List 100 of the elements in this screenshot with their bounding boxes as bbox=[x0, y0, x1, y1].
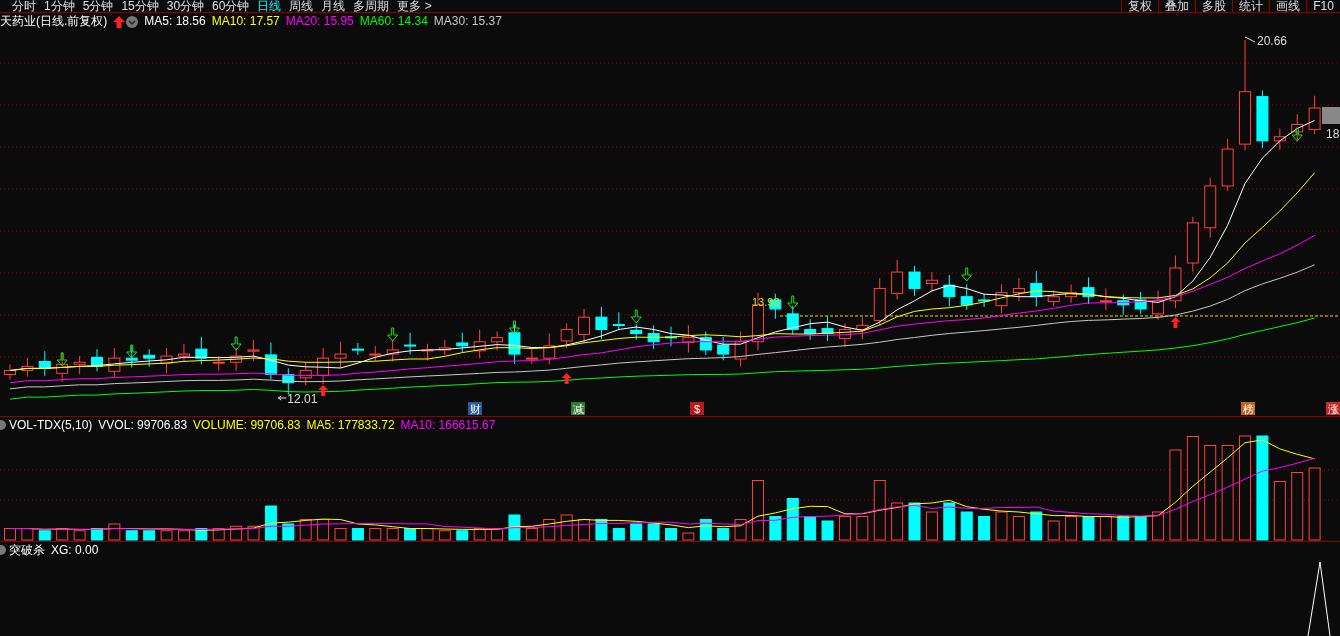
indicator-value: VOLUME: 99706.83 bbox=[193, 416, 301, 433]
volume-bar bbox=[891, 502, 904, 541]
toolbar-button[interactable]: 复权 bbox=[1121, 0, 1158, 12]
candlestick bbox=[369, 345, 382, 362]
volume-bar bbox=[804, 516, 817, 541]
volume-bar bbox=[978, 516, 991, 541]
leader-line bbox=[1244, 36, 1256, 43]
down-arrow-icon bbox=[126, 344, 138, 359]
volume-bar bbox=[143, 530, 156, 541]
candlestick bbox=[1152, 290, 1165, 321]
candlestick bbox=[386, 339, 399, 362]
high-price-label: 20.66 bbox=[1257, 34, 1288, 48]
candlestick bbox=[925, 271, 938, 293]
candlestick bbox=[1256, 89, 1269, 149]
volume-bar bbox=[369, 528, 382, 541]
period-tab[interactable]: 月线 bbox=[317, 0, 350, 12]
period-tab[interactable]: 多周期 bbox=[349, 0, 394, 12]
volume-bar bbox=[908, 502, 921, 541]
candlestick bbox=[160, 347, 173, 374]
volume-bar bbox=[247, 525, 260, 541]
event-tag[interactable]: 财 bbox=[468, 402, 482, 415]
event-tag[interactable]: 榜 bbox=[1241, 402, 1255, 415]
candlestick bbox=[195, 336, 208, 365]
candlestick bbox=[978, 293, 991, 308]
volume-bar bbox=[491, 528, 504, 541]
period-tab[interactable]: 15分钟 bbox=[117, 0, 163, 12]
indicator-value: MA60: 14.34 bbox=[359, 13, 428, 30]
event-tag[interactable]: 涨 bbox=[1326, 402, 1340, 415]
candlestick bbox=[1012, 277, 1025, 302]
event-tag[interactable]: $ bbox=[690, 402, 704, 415]
candlestick bbox=[1117, 294, 1130, 316]
volume-bar bbox=[1082, 516, 1095, 541]
period-tab[interactable]: 30分钟 bbox=[162, 0, 209, 12]
volume-bar bbox=[1152, 511, 1165, 541]
volume-bar bbox=[821, 520, 834, 541]
candlestick bbox=[525, 347, 538, 365]
volume-bar bbox=[160, 530, 173, 541]
candlestick bbox=[1169, 255, 1182, 309]
candlestick bbox=[38, 350, 51, 377]
volume-bar bbox=[125, 530, 138, 541]
up-arrow-icon bbox=[113, 15, 126, 28]
candlestick bbox=[960, 283, 973, 311]
volume-bar bbox=[612, 528, 625, 541]
volume-bar bbox=[1117, 516, 1130, 541]
candlestick bbox=[351, 342, 364, 356]
volume-bar bbox=[508, 514, 521, 541]
period-tab[interactable]: 周线 bbox=[285, 0, 318, 12]
candlestick bbox=[699, 331, 712, 356]
candlestick bbox=[873, 277, 886, 326]
candlestick bbox=[230, 347, 243, 372]
volume-bar bbox=[299, 519, 312, 541]
candlestick bbox=[995, 283, 1008, 314]
down-arrow-icon bbox=[787, 295, 799, 310]
period-tab[interactable]: 日线 bbox=[253, 0, 286, 12]
period-tab[interactable]: 60分钟 bbox=[208, 0, 254, 12]
candlestick bbox=[1186, 216, 1199, 273]
volume-bar bbox=[195, 528, 208, 541]
indicator-value: MA10: 166615.67 bbox=[400, 416, 496, 433]
dropdown-icon[interactable] bbox=[126, 15, 139, 28]
volume-bar bbox=[525, 528, 538, 541]
candlestick bbox=[247, 339, 260, 362]
toolbar-button[interactable]: 画线 bbox=[1269, 0, 1306, 12]
chart-title: 天药业(日线.前复权) bbox=[0, 13, 108, 30]
volume-bar bbox=[108, 523, 121, 541]
period-tab[interactable]: 更多 > bbox=[393, 0, 436, 12]
candlestick bbox=[108, 347, 121, 378]
volume-bar bbox=[769, 516, 782, 541]
volume-bar bbox=[578, 519, 591, 541]
toolbar-button[interactable]: F10 bbox=[1306, 0, 1340, 12]
toolbar-button[interactable]: 多股 bbox=[1195, 0, 1232, 12]
down-arrow-icon bbox=[56, 352, 68, 367]
candlestick bbox=[717, 336, 730, 361]
volume-bar bbox=[1099, 516, 1112, 541]
candlestick bbox=[891, 259, 904, 301]
volume-bar bbox=[264, 505, 277, 541]
period-tab[interactable]: 5分钟 bbox=[78, 0, 118, 12]
candlestick bbox=[665, 326, 677, 347]
candlestick bbox=[421, 343, 434, 362]
candlestick bbox=[543, 333, 556, 365]
candlestick bbox=[177, 343, 190, 362]
candlestick bbox=[4, 363, 16, 380]
candlestick bbox=[1221, 138, 1234, 192]
candlestick bbox=[404, 332, 417, 355]
volume-bar bbox=[473, 528, 486, 541]
volume-bar bbox=[943, 502, 956, 541]
toolbar-button[interactable]: 叠加 bbox=[1158, 0, 1195, 12]
period-tab[interactable]: 分时 bbox=[8, 0, 40, 12]
candlestick bbox=[734, 331, 747, 367]
volume-bar bbox=[334, 528, 347, 541]
candlestick bbox=[282, 367, 295, 396]
volume-bar bbox=[543, 519, 556, 541]
candlestick bbox=[630, 323, 643, 341]
volume-bar bbox=[647, 523, 660, 541]
toolbar-button[interactable]: 统计 bbox=[1232, 0, 1269, 12]
volume-bar bbox=[630, 523, 643, 541]
candlestick bbox=[73, 355, 86, 375]
event-tag[interactable]: 减 bbox=[571, 402, 585, 415]
indicator-value: MA20: 15.95 bbox=[285, 13, 354, 30]
period-tab[interactable]: 1分钟 bbox=[40, 0, 79, 12]
volume-bar bbox=[421, 528, 434, 541]
